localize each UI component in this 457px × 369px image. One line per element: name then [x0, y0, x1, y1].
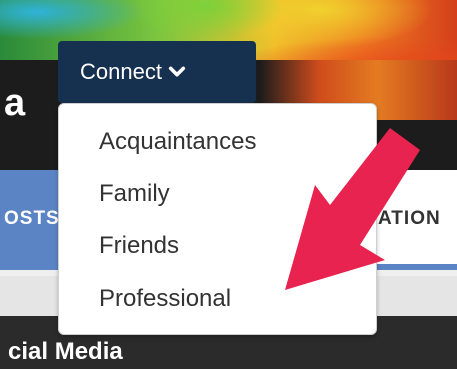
connect-label: Connect: [80, 59, 162, 84]
site-title: a: [4, 82, 26, 124]
menu-item-acquaintances[interactable]: Acquaintances: [99, 128, 256, 156]
arrow-icon: [285, 128, 420, 290]
tab-posts-label: OSTS: [4, 208, 60, 229]
menu-item-family[interactable]: Family: [99, 180, 170, 208]
section-heading: cial Media: [8, 338, 123, 365]
menu-item-friends[interactable]: Friends: [99, 232, 179, 260]
chevron-down-icon: [168, 66, 186, 77]
connect-button[interactable]: Connect: [58, 41, 256, 103]
menu-item-professional[interactable]: Professional: [99, 285, 231, 313]
